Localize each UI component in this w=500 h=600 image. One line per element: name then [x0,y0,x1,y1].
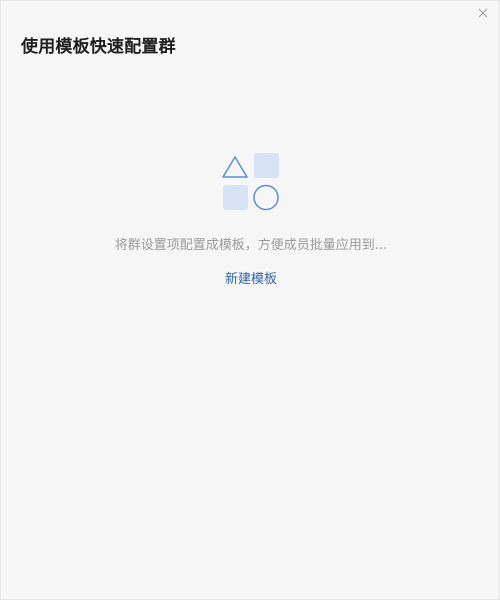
square-bottom-icon [223,185,248,210]
template-dialog: 使用模板快速配置群 将群设置项配置成模板，方便成员批量应用到... 新建模板 [0,0,500,600]
square-top-icon [254,153,279,178]
triangle-icon [222,156,248,178]
new-template-link-row: 新建模板 [1,268,500,287]
circle-icon [253,184,279,211]
close-icon [478,8,488,18]
empty-state-description: 将群设置项配置成模板，方便成员批量应用到... [114,238,388,253]
new-template-link[interactable]: 新建模板 [225,272,277,287]
close-button[interactable] [475,5,491,21]
dialog-title: 使用模板快速配置群 [21,37,176,57]
shapes-icon [222,153,279,211]
